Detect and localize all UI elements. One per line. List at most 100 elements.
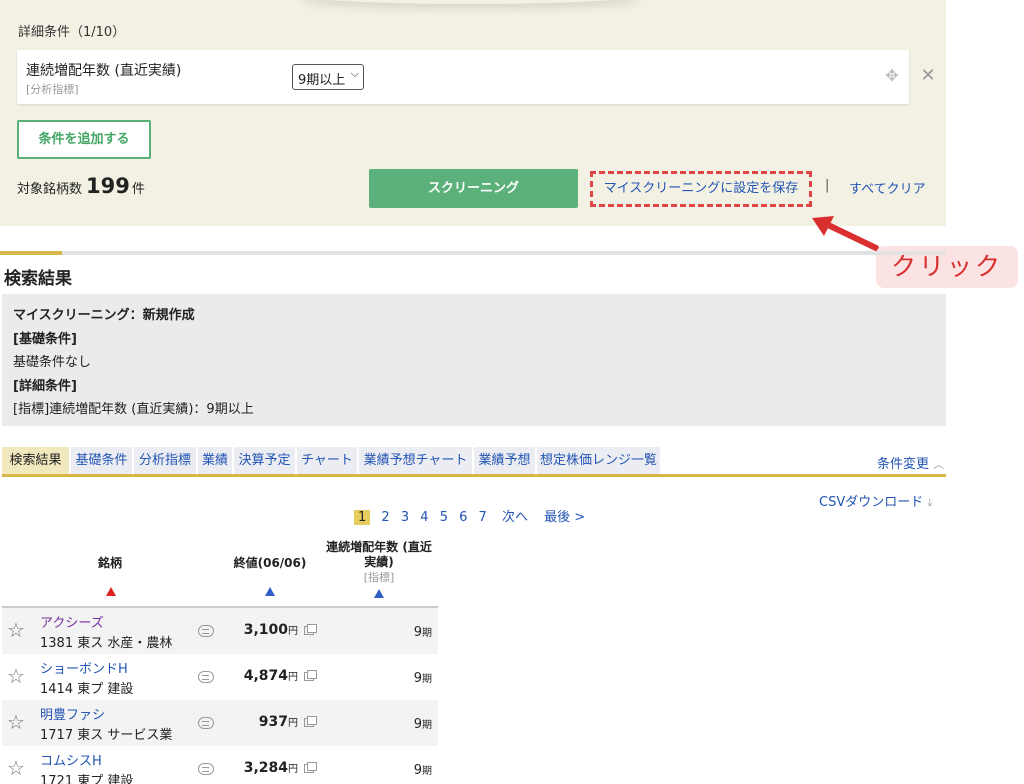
years-header-line1: 連続増配年数 (直近 xyxy=(326,540,432,554)
table-row: ☆ アクシーズ 1381 東ス 水産・農林 3,100円 9期 xyxy=(2,608,438,654)
close-price-value: 3,284 xyxy=(243,760,288,776)
close-price-unit: 円 xyxy=(288,672,298,683)
chevron-down-icon: ⌵ xyxy=(350,67,359,80)
clear-all-link[interactable]: すべてクリア xyxy=(849,178,926,197)
page-link[interactable]: 3 xyxy=(401,510,409,525)
dividend-years: 9期 xyxy=(414,762,432,778)
close-price: 3,100円 xyxy=(244,622,298,638)
dividend-years-value: 9 xyxy=(413,717,422,732)
column-header-years[interactable]: 連続増配年数 (直近 実績) [指標] xyxy=(322,540,436,585)
sort-asc-icon[interactable] xyxy=(265,587,275,596)
dividend-years: 9期 xyxy=(414,716,432,732)
dividend-years-unit: 期 xyxy=(422,766,432,777)
condition-heading: 詳細条件（1/10） xyxy=(18,25,126,40)
page-link[interactable]: 5 xyxy=(440,510,448,525)
dividend-years-value: 9 xyxy=(413,763,422,778)
dividend-years: 9期 xyxy=(414,624,432,640)
dividend-years-value: 9 xyxy=(413,671,422,686)
chevron-up-icon: ︿ xyxy=(933,458,945,471)
tab-analysis-indicators[interactable]: 分析指標 xyxy=(134,447,196,474)
move-icon[interactable]: ✥ xyxy=(883,67,901,85)
close-icon[interactable]: ✕ xyxy=(918,64,938,88)
condition-change-label: 条件変更 xyxy=(877,457,930,472)
page-last-link[interactable]: 最後 > xyxy=(544,506,585,525)
chart-popup-icon[interactable] xyxy=(304,716,317,727)
condition-category: [分析指標] xyxy=(26,83,79,96)
close-price: 3,284円 xyxy=(244,760,298,776)
target-count-value: 199 xyxy=(86,174,130,198)
tab-forecast[interactable]: 業績予想 xyxy=(474,447,535,474)
close-price-unit: 円 xyxy=(288,626,298,637)
popup-shadow xyxy=(300,0,640,4)
star-icon[interactable]: ☆ xyxy=(7,620,25,640)
csv-download-link[interactable]: CSVダウンロード ⤓ xyxy=(819,491,932,510)
close-price: 937円 xyxy=(259,714,298,730)
message-board-icon[interactable] xyxy=(198,671,214,683)
sort-asc-icon[interactable] xyxy=(374,589,384,598)
tab-forecast-chart[interactable]: 業績予想チャート xyxy=(359,447,472,474)
screening-summary: マイスクリーニング：新規作成 [基礎条件] 基礎条件なし [詳細条件] [指標]… xyxy=(2,294,946,426)
results-title: 検索結果 xyxy=(4,269,72,289)
message-board-icon[interactable] xyxy=(198,763,214,775)
chart-popup-icon[interactable] xyxy=(304,762,317,773)
page-link[interactable]: 7 xyxy=(479,510,487,525)
stock-meta: 1381 東ス 水産・農林 xyxy=(40,636,173,651)
star-icon[interactable]: ☆ xyxy=(7,666,25,686)
star-icon[interactable]: ☆ xyxy=(7,712,25,732)
message-board-icon[interactable] xyxy=(198,717,214,729)
table-row: ☆ 明豊ファシ 1717 東ス サービス業 937円 9期 xyxy=(2,700,438,746)
chart-popup-icon[interactable] xyxy=(304,624,317,635)
save-my-screening-link[interactable]: マイスクリーニングに設定を保存 xyxy=(590,171,812,207)
close-price-value: 3,100 xyxy=(243,622,288,638)
condition-value-label: 9期以上 xyxy=(298,73,346,88)
message-board-icon[interactable] xyxy=(198,625,214,637)
csv-download-label: CSVダウンロード xyxy=(819,495,924,510)
link-separator: | xyxy=(825,178,830,193)
table-row: ☆ コムシスH 1721 東プ 建設 3,284円 9期 xyxy=(2,746,438,784)
page-link[interactable]: 4 xyxy=(420,510,428,525)
target-count-unit: 件 xyxy=(131,182,145,197)
page-current: 1 xyxy=(354,510,371,525)
summary-basic-heading: [基礎条件] xyxy=(13,331,77,347)
summary-my-screening: マイスクリーニング：新規作成 xyxy=(13,308,195,323)
condition-row: 連続増配年数 (直近実績) [分析指標] 9期以上 ⌵ ✥ xyxy=(17,50,909,104)
add-condition-button[interactable]: 条件を追加する xyxy=(17,120,151,159)
stock-name-link[interactable]: アクシーズ xyxy=(40,612,104,631)
tab-price-range-list[interactable]: 想定株価レンジ一覧 xyxy=(537,447,660,474)
stock-name-link[interactable]: 明豊ファシ xyxy=(40,704,105,723)
tab-earnings-schedule[interactable]: 決算予定 xyxy=(234,447,295,474)
dividend-years-value: 9 xyxy=(413,625,422,640)
stock-name-link[interactable]: ショーボンドH xyxy=(40,658,128,677)
years-header-sub: [指標] xyxy=(363,571,395,584)
download-icon: ⤓ xyxy=(927,496,933,509)
page-link[interactable]: 2 xyxy=(381,510,389,525)
dividend-years-unit: 期 xyxy=(422,674,432,685)
summary-basic-value: 基礎条件なし xyxy=(13,355,92,370)
stock-name-link[interactable]: コムシスH xyxy=(40,750,102,769)
result-tabs: 検索結果 基礎条件 分析指標 業績 決算予定 チャート 業績予想チャート 業績予… xyxy=(2,447,946,477)
column-header-close[interactable]: 終値(06/06) xyxy=(220,554,320,571)
tab-performance[interactable]: 業績 xyxy=(198,447,232,474)
sort-asc-icon[interactable] xyxy=(106,587,116,596)
chart-popup-icon[interactable] xyxy=(304,670,317,681)
stock-meta: 1721 東プ 建設 xyxy=(40,774,134,784)
dividend-years-unit: 期 xyxy=(422,720,432,731)
close-price-unit: 円 xyxy=(288,764,298,775)
condition-change-link[interactable]: 条件変更 ︿ xyxy=(877,453,944,472)
tab-chart[interactable]: チャート xyxy=(297,447,357,474)
summary-detail-value: [指標]連続増配年数 (直近実績)：9期以上 xyxy=(13,402,254,417)
column-header-stock[interactable]: 銘柄 xyxy=(60,554,160,571)
target-count-label: 対象銘柄数 xyxy=(17,182,83,197)
tab-basic-conditions[interactable]: 基礎条件 xyxy=(71,447,132,474)
condition-name: 連続増配年数 (直近実績) xyxy=(26,63,182,79)
page-link[interactable]: 6 xyxy=(459,510,467,525)
tab-search-results[interactable]: 検索結果 xyxy=(2,447,69,474)
close-price-value: 4,874 xyxy=(243,668,288,684)
close-price-unit: 円 xyxy=(288,718,298,729)
page-next-link[interactable]: 次へ xyxy=(502,506,528,525)
star-icon[interactable]: ☆ xyxy=(7,758,25,778)
target-count: 対象銘柄数 199 件 xyxy=(17,174,145,198)
condition-value-select[interactable]: 9期以上 ⌵ xyxy=(292,64,364,90)
years-header-line2: 実績) xyxy=(364,555,394,569)
screening-button[interactable]: スクリーニング xyxy=(369,169,578,208)
